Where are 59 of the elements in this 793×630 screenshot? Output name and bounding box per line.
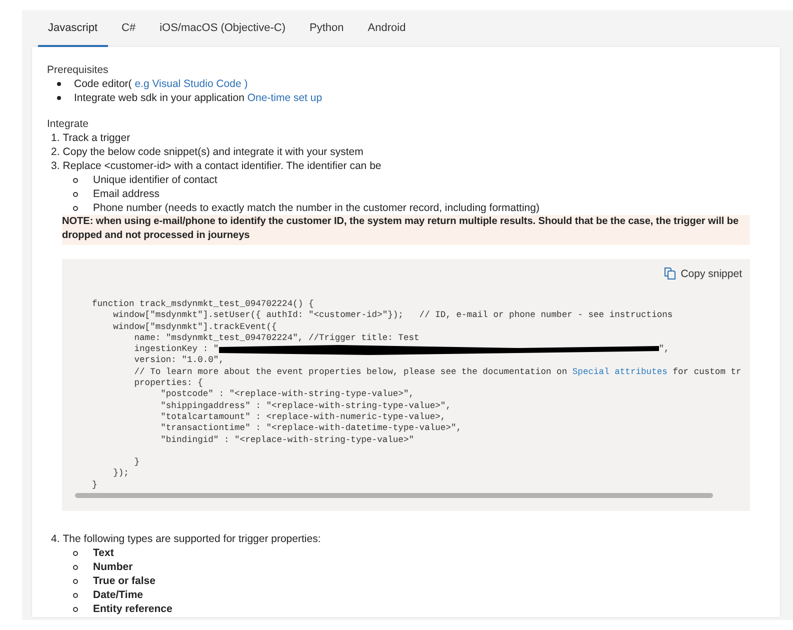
list-text: Number <box>93 560 133 574</box>
code-text: "bindingid" : "<replace-with-string-type-value>" <box>160 434 414 446</box>
list-text: Text <box>93 546 114 560</box>
tab[interactable]: C# <box>112 10 146 47</box>
step-number: 3. <box>51 159 60 173</box>
code-text: // To learn more about the event properties below, please see the documentation on <box>133 366 568 378</box>
bullet-icon <box>73 606 78 612</box>
code-text: window["msdynmkt"].trackEvent({ <box>112 322 277 333</box>
step-number: 4. <box>51 532 60 546</box>
link[interactable]: e.g Visual Studio Code ) <box>132 77 248 91</box>
code-text: "totalcartamount" : <replace-with-numeric-type-value>, <box>160 412 446 424</box>
step-text: Replace <customer-id> with a contact identifier. The identifier can be <box>62 159 382 173</box>
bullet-icon <box>73 564 78 570</box>
list-text: Integrate web sdk in your application <box>74 91 246 105</box>
note-banner: NOTE: when using e-mail/phone to identify the customer ID, the system may return multiple results. Should that be the case, the trigger will be dropped and not processed in journeys <box>62 215 750 245</box>
code-text: version: "1.0.0", <box>133 355 224 367</box>
list-text: Entity reference <box>93 602 172 616</box>
section-heading: Integrate <box>47 117 90 131</box>
scrollbar[interactable] <box>75 493 713 498</box>
link[interactable]: One-time set up <box>247 91 322 105</box>
list-text: Phone number (needs to exactly match the number in the customer record, including formatting) <box>93 201 540 215</box>
code-text: window["msdynmkt"].setUser({ authId: "<customer-id>"}); // ID, e-mail or phone number - see instructions <box>112 310 673 322</box>
bullet-icon <box>73 192 78 196</box>
code-link[interactable]: Special attributes <box>572 366 668 378</box>
bullet-icon <box>73 550 78 556</box>
list-text: True or false <box>93 574 156 588</box>
bullet-icon <box>57 96 61 100</box>
bullet-icon <box>73 206 78 210</box>
code-text: name: "msdynmkt_test_094702224", //Trigger title: Test <box>133 332 420 344</box>
code-text: function track_msdynmkt_test_094702224() { <box>92 299 314 310</box>
step-number: 1. <box>51 131 60 145</box>
code-text: } <box>92 480 98 492</box>
list-text: Unique identifier of contact <box>93 173 218 187</box>
section-heading: Prerequisites <box>47 63 110 77</box>
code-text: }); <box>112 468 129 480</box>
code-text: "shippingaddress" : "<replace-with-string-type-value>", <box>160 400 451 412</box>
step-text: Copy the below code snippet(s) and integrate it with your system <box>62 145 364 159</box>
code-text: for custom tr <box>672 366 742 378</box>
code-text: properties: { <box>133 378 203 390</box>
list-text: Date/Time <box>93 588 143 602</box>
bullet-icon <box>57 82 61 86</box>
step-text: Track a trigger <box>62 131 130 145</box>
bullet-icon <box>73 178 78 182</box>
code-text: ", <box>658 344 670 356</box>
code-text: } <box>133 457 140 468</box>
list-text: Email address <box>93 187 160 201</box>
bullet-icon <box>73 578 78 584</box>
bullet-icon <box>73 592 78 598</box>
code-text: ingestionKey : " <box>133 344 219 356</box>
copy-snippet-button[interactable]: Copy snippet <box>662 265 744 282</box>
code-text: "transactiontime" : "<replace-with-datetime-type-value>", <box>160 423 462 435</box>
list-text: Code editor( <box>74 77 132 91</box>
copy-icon <box>664 267 676 280</box>
code-text: "postcode" : "<replace-with-string-type-value>", <box>160 389 414 401</box>
step-number: 2. <box>51 145 60 159</box>
tab[interactable]: iOS/macOS (Objective-C) <box>150 10 296 47</box>
tab[interactable]: Python <box>300 10 354 47</box>
tab[interactable]: Android <box>358 10 416 47</box>
step-text: The following types are supported for trigger properties: <box>62 532 321 546</box>
